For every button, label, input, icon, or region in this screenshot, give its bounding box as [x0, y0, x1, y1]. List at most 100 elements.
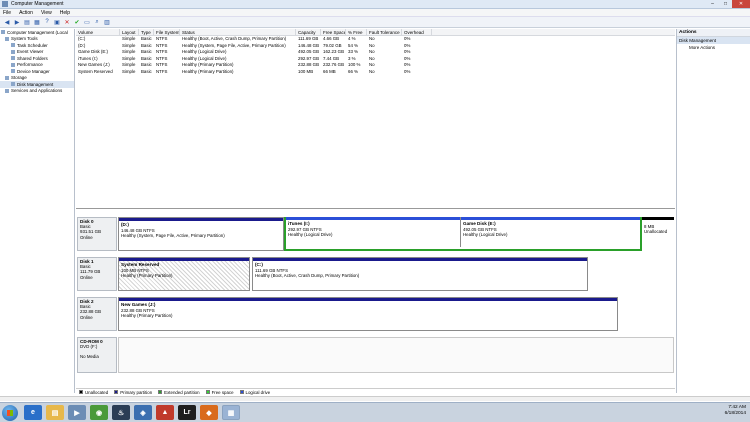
up-folder-icon[interactable]: ▤ — [23, 18, 31, 26]
partition-game-disk[interactable]: Game Disk (E:) 492.05 GB NTFS Healthy (L… — [460, 217, 640, 247]
help-icon[interactable]: ? — [43, 18, 51, 26]
app-icon-9[interactable]: ◆ — [200, 405, 218, 420]
disk-0-label[interactable]: Disk 0 Basic 931.51 GB Online — [77, 217, 117, 251]
col-volume[interactable]: Volume — [76, 29, 120, 35]
col-status[interactable]: Status — [180, 29, 296, 35]
check-icon[interactable]: ✔ — [73, 18, 81, 26]
partition-itunes[interactable]: iTunes (I:) 292.97 GB NTFS Healthy (Logi… — [286, 217, 460, 247]
storage-icon — [5, 75, 9, 80]
col-capacity[interactable]: Capacity — [296, 29, 321, 35]
table-cell: Healthy (Primary Partition) — [182, 68, 234, 74]
menu-help[interactable]: Help — [60, 10, 70, 16]
toolbar: ◀ ▶ ▤ ▦ ? ▣ ✕ ✔ ▭ ⌕ ▥ — [0, 17, 750, 28]
table-cell: 0% — [404, 68, 411, 74]
volume-table: Volume Layout Type File System Status Ca… — [76, 29, 675, 209]
menu-view[interactable]: View — [41, 10, 52, 16]
console-icon[interactable]: ▣ — [53, 18, 61, 26]
minimize-button[interactable]: – — [706, 0, 719, 8]
services-icon — [5, 88, 9, 93]
computer-icon — [1, 30, 5, 35]
col-type[interactable]: Type — [139, 29, 154, 35]
tree-computer-management[interactable]: Computer Management (Local — [0, 29, 74, 36]
disk-1-label[interactable]: Disk 1 Basic 111.79 GB Online — [77, 257, 117, 291]
menu-action[interactable]: Action — [19, 10, 33, 16]
legend-swatch — [79, 390, 83, 394]
forward-icon[interactable]: ▶ — [13, 18, 21, 26]
cdrom-empty-area — [118, 337, 674, 373]
more-actions-link[interactable]: More Actions — [677, 44, 750, 52]
media-icon[interactable]: ▶ — [68, 405, 86, 420]
table-cell: 66 % — [348, 68, 359, 74]
folder-icon — [11, 56, 15, 61]
computer-management-taskbar-icon[interactable]: ▦ — [222, 405, 240, 420]
legend-extended: Extended partition — [158, 390, 200, 395]
explorer-icon[interactable]: ▤ — [46, 405, 64, 420]
disk-2-label[interactable]: Disk 2 Basic 232.88 GB Online — [77, 297, 117, 331]
col-free-space[interactable]: Free Space — [321, 29, 346, 35]
legend: Unallocated Primary partition Extended p… — [76, 388, 675, 395]
col-layout[interactable]: Layout — [120, 29, 139, 35]
maximize-button[interactable]: □ — [719, 0, 732, 8]
table-cell: No — [369, 68, 375, 74]
disk-1-row: Disk 1 Basic 111.79 GB Online System Res… — [77, 257, 674, 292]
legend-swatch — [114, 390, 119, 394]
chrome-icon[interactable]: ◉ — [90, 405, 108, 420]
disk-management-pane: Volume Layout Type File System Status Ca… — [76, 29, 675, 393]
unallocated-space[interactable]: 8 MB Unallocated — [642, 217, 674, 251]
disk-graphical-view: Disk 0 Basic 931.51 GB Online (D:) 146.4… — [76, 213, 675, 379]
navigation-tree: Computer Management (Local System Tools … — [0, 29, 75, 393]
table-row[interactable]: System Reserved Simple Basic NTFS Healthy (P… — [76, 69, 675, 76]
properties-icon[interactable]: ▦ — [33, 18, 41, 26]
legend-free-space: Free space — [205, 390, 234, 395]
title-bar: Computer Management – □ ✕ — [0, 0, 750, 9]
open-icon[interactable]: ▭ — [83, 18, 91, 26]
event-icon — [11, 49, 15, 54]
tools-icon — [5, 36, 9, 41]
close-button[interactable]: ✕ — [732, 0, 750, 8]
ie-icon[interactable]: e — [24, 405, 42, 420]
app-icon-6[interactable]: ◈ — [134, 405, 152, 420]
start-button[interactable] — [2, 404, 18, 421]
tree-services-applications[interactable]: Services and Applications — [0, 88, 74, 95]
disk-2-row: Disk 2 Basic 232.88 GB Online New Games … — [77, 297, 674, 332]
table-cell: NTFS — [156, 68, 168, 74]
actions-section-disk-management[interactable]: Disk Management — [677, 37, 750, 44]
partition-d[interactable]: (D:) 146.48 GB NTFS Healthy (System, Pag… — [118, 217, 284, 251]
col-fault-tolerance[interactable]: Fault Tolerance — [367, 29, 402, 35]
disk-0-row: Disk 0 Basic 931.51 GB Online (D:) 146.4… — [77, 217, 674, 252]
horizontal-scrollbar[interactable] — [0, 396, 750, 401]
partition-c[interactable]: (C:) 111.69 GB NTFS Healthy (Boot, Activ… — [252, 257, 588, 291]
legend-unallocated: Unallocated — [79, 390, 108, 395]
system-clock[interactable]: 7:42 AM 6/18/2014 — [725, 405, 746, 417]
table-cell: 100 MB — [298, 68, 314, 74]
legend-swatch — [158, 390, 163, 394]
search-icon[interactable]: ⌕ — [93, 18, 101, 26]
partition-new-games[interactable]: New Games (J:) 232.88 GB NTFS Healthy (P… — [118, 297, 618, 331]
legend-primary: Primary partition — [114, 390, 152, 395]
performance-icon — [11, 62, 15, 67]
cdrom-0-row: CD-ROM 0 DVD (F:) No Media — [77, 337, 674, 373]
cdrom-0-label[interactable]: CD-ROM 0 DVD (F:) No Media — [77, 337, 117, 373]
delete-icon[interactable]: ✕ — [63, 18, 71, 26]
steam-icon[interactable]: ♨ — [112, 405, 130, 420]
menu-bar: File Action View Help — [0, 9, 750, 17]
lightroom-icon[interactable]: Lr — [178, 405, 196, 420]
app-icon — [2, 1, 8, 7]
partition-system-reserved[interactable]: System Reserved 100 MB NTFS Healthy (Pri… — [118, 257, 250, 291]
table-cell: Simple — [122, 68, 136, 74]
col-overhead[interactable]: Overhead — [402, 29, 432, 35]
table-cell: System Reserved — [78, 68, 113, 74]
actions-header: Actions — [677, 29, 750, 37]
app-icon-7[interactable]: ▲ — [156, 405, 174, 420]
legend-logical: Logical drive — [239, 390, 270, 395]
legend-swatch — [205, 390, 210, 394]
legend-swatch — [239, 390, 244, 394]
volume-table-header: Volume Layout Type File System Status Ca… — [76, 29, 675, 36]
table-cell: Basic — [141, 68, 152, 74]
back-icon[interactable]: ◀ — [3, 18, 11, 26]
menu-file[interactable]: File — [3, 10, 11, 16]
col-percent-free[interactable]: % Free — [346, 29, 367, 35]
device-icon — [11, 69, 15, 74]
col-file-system[interactable]: File System — [154, 29, 180, 35]
view-icon[interactable]: ▥ — [103, 18, 111, 26]
